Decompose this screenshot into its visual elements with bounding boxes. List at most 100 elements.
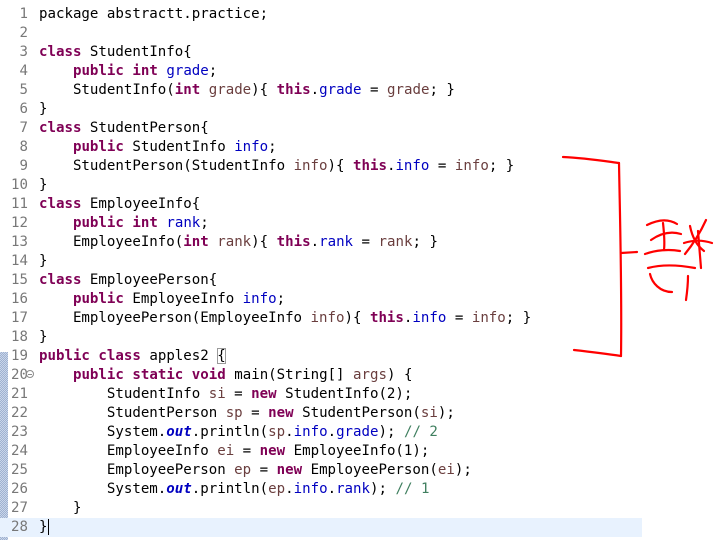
code-line[interactable]: 4 public int grade;: [0, 62, 642, 81]
code-line[interactable]: 6}: [0, 100, 642, 119]
code-token: }: [39, 177, 48, 193]
code-token: =: [353, 234, 379, 250]
code-token: public: [72, 215, 124, 231]
code-line[interactable]: 24 EmployeeInfo ei = new EmployeeInfo(1)…: [0, 442, 642, 461]
code-token: EmployeePerson(EmployeeInfo: [39, 310, 311, 326]
code-token: StudentInfo: [123, 139, 235, 155]
code-line[interactable]: 21 StudentInfo si = new StudentInfo(2);: [0, 385, 642, 404]
matching-bracket-highlight: [216, 348, 227, 364]
code-text: class StudentInfo{: [39, 43, 192, 62]
code-line[interactable]: 26 System.out.println(ep.info.rank); // …: [0, 480, 642, 499]
code-token: StudentPerson: [39, 405, 226, 421]
code-line[interactable]: 13 EmployeeInfo(int rank){ this.rank = r…: [0, 233, 642, 252]
code-token: info: [242, 291, 277, 307]
code-line[interactable]: 10}: [0, 176, 642, 195]
code-token: int: [132, 63, 158, 79]
code-line[interactable]: 15 class EmployeePerson{: [0, 271, 642, 290]
code-line[interactable]: 28}: [0, 518, 642, 537]
code-line[interactable]: 20 public static void main(String[] args…: [0, 366, 642, 385]
code-token: rank: [336, 481, 371, 497]
line-number: 11: [11, 196, 28, 212]
fold-collapse-icon[interactable]: [26, 370, 34, 378]
code-token: =: [225, 386, 252, 402]
code-line[interactable]: 19 public class apples2 {: [0, 347, 642, 366]
line-number: 25: [11, 462, 28, 478]
code-token: out: [166, 481, 192, 497]
code-token: }: [39, 329, 48, 345]
code-token: grade: [166, 63, 209, 79]
code-line[interactable]: 11 class EmployeeInfo{: [0, 195, 642, 214]
code-text: }: [39, 499, 82, 518]
code-token: new: [268, 405, 294, 421]
code-token: EmployeeInfo: [39, 443, 218, 459]
line-number: 28: [11, 519, 28, 535]
line-number: 26: [11, 481, 28, 497]
code-text: }: [39, 176, 48, 195]
scribble-stroke-4: [643, 248, 682, 256]
scribble-stroke-6: [683, 218, 708, 256]
code-token: =: [242, 405, 269, 421]
code-token: si: [420, 405, 438, 421]
code-token: );: [378, 424, 404, 440]
code-token: }: [39, 101, 48, 117]
scribble-stroke-1: [645, 219, 679, 227]
code-token: rank: [166, 215, 201, 231]
code-text: }: [39, 518, 48, 537]
code-line[interactable]: 23 System.out.println(sp.info.grade); //…: [0, 423, 642, 442]
scribble-stroke-9: [648, 272, 674, 294]
code-text: class EmployeePerson{: [39, 271, 217, 290]
code-line[interactable]: 17 EmployeePerson(EmployeeInfo info){ th…: [0, 309, 642, 328]
line-number: 3: [19, 44, 29, 60]
code-token: ;: [268, 139, 277, 155]
code-line[interactable]: 25 EmployeePerson ep = new EmployeePerso…: [0, 461, 642, 480]
code-token: EmployeePerson(: [302, 462, 438, 478]
code-token: grade: [208, 82, 252, 98]
code-token: class: [39, 196, 82, 212]
code-token: StudentPerson(StudentInfo: [39, 158, 294, 174]
scribble-stroke-3: [661, 221, 666, 252]
code-line[interactable]: 1 package abstractt.practice;: [0, 5, 642, 24]
code-line[interactable]: 2: [0, 24, 642, 43]
code-line[interactable]: 3 class StudentInfo{: [0, 43, 642, 62]
scribble-stroke-5: [688, 224, 706, 253]
code-line[interactable]: 8 public StudentInfo info;: [0, 138, 642, 157]
code-line[interactable]: 5 StudentInfo(int grade){ this.grade = g…: [0, 81, 642, 100]
code-line[interactable]: 27 }: [0, 499, 642, 518]
code-line[interactable]: 22 StudentPerson sp = new StudentPerson(…: [0, 404, 642, 423]
code-line[interactable]: 7 class StudentPerson{: [0, 119, 642, 138]
code-token: new: [251, 386, 277, 402]
code-line[interactable]: 14}: [0, 252, 642, 271]
code-text: System.out.println(sp.info.grade); // 2: [39, 423, 438, 442]
code-token: class: [98, 348, 141, 364]
code-text: public int grade;: [39, 62, 217, 81]
code-token: ) {: [386, 367, 413, 383]
code-line[interactable]: 12 public int rank;: [0, 214, 642, 233]
code-token: si: [208, 386, 226, 402]
code-token: .: [285, 481, 294, 497]
code-token: public: [39, 348, 90, 364]
code-token: ;: [200, 215, 209, 231]
code-token: public: [72, 63, 124, 79]
code-line[interactable]: 18}: [0, 328, 642, 347]
code-token: info: [395, 158, 430, 174]
code-line[interactable]: 16 public EmployeeInfo info;: [0, 290, 642, 309]
code-token: this: [369, 310, 404, 326]
line-number: 19: [11, 348, 28, 364]
code-token: StudentPerson{: [81, 120, 209, 136]
code-token: apples2 {: [140, 348, 226, 364]
line-number: 5: [19, 82, 29, 98]
line-number: 2: [19, 25, 29, 41]
code-line[interactable]: 9 StudentPerson(StudentInfo info){ this.…: [0, 157, 642, 176]
code-token: ; }: [412, 234, 438, 250]
code-token: this: [276, 82, 311, 98]
line-number: 13: [11, 234, 28, 250]
code-token: rank: [217, 234, 252, 250]
code-token: grade: [319, 82, 362, 98]
code-token: StudentInfo(2);: [276, 386, 413, 402]
code-editor[interactable]: 1 package abstractt.practice; 2 3 class Stud…: [0, 0, 642, 551]
code-text: public int rank;: [39, 214, 209, 233]
text-caret: [48, 519, 50, 535]
code-token: ; }: [505, 310, 532, 326]
